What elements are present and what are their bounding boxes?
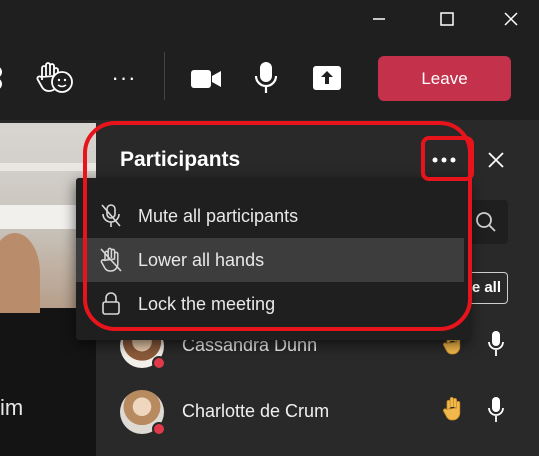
leave-button[interactable]: Leave <box>378 56 511 101</box>
minimize-button[interactable] <box>356 0 402 38</box>
participant-video <box>0 233 40 313</box>
more-actions-icon: ··· <box>111 65 137 90</box>
minimize-icon <box>373 18 385 20</box>
apps-icon <box>0 67 2 89</box>
more-actions-button[interactable]: ··· <box>110 62 138 94</box>
camera-icon <box>191 70 221 88</box>
reactions-button[interactable] <box>34 60 78 96</box>
microphone-icon <box>488 331 504 356</box>
raise-hand-react-icon <box>36 62 73 93</box>
participant-name: Charlotte de Crum <box>182 401 330 421</box>
meeting-toolbar: ··· Leave <box>0 38 539 120</box>
close-window-button[interactable] <box>488 0 534 38</box>
title-bar <box>0 0 539 38</box>
microphone-button[interactable] <box>252 60 280 96</box>
close-icon <box>504 12 518 26</box>
participant-row[interactable]: Charlotte de Crum <box>96 386 539 442</box>
participant-mic[interactable] <box>486 330 506 363</box>
toolbar-divider <box>164 52 165 100</box>
presence-badge <box>152 356 166 370</box>
share-screen-icon <box>313 66 341 90</box>
hand-raised-indicator <box>442 396 464 427</box>
presence-badge <box>152 422 166 436</box>
highlight-outline-menu <box>83 121 472 331</box>
search-icon <box>476 212 496 232</box>
highlight-outline-more-button <box>421 136 474 181</box>
microphone-icon <box>254 62 278 93</box>
close-panel-button[interactable] <box>482 146 510 174</box>
background-shelf <box>0 163 96 171</box>
stage-participant-name: im <box>0 395 24 420</box>
share-screen-button[interactable] <box>312 64 342 92</box>
maximize-button[interactable] <box>424 0 470 38</box>
raised-hand-icon <box>443 397 461 421</box>
close-icon <box>488 152 504 168</box>
apps-button[interactable] <box>0 62 8 94</box>
mute-all-label: e all <box>471 279 501 296</box>
camera-button[interactable] <box>190 64 222 94</box>
participant-mic[interactable] <box>486 396 506 429</box>
maximize-icon <box>440 12 454 26</box>
microphone-icon <box>488 397 504 422</box>
